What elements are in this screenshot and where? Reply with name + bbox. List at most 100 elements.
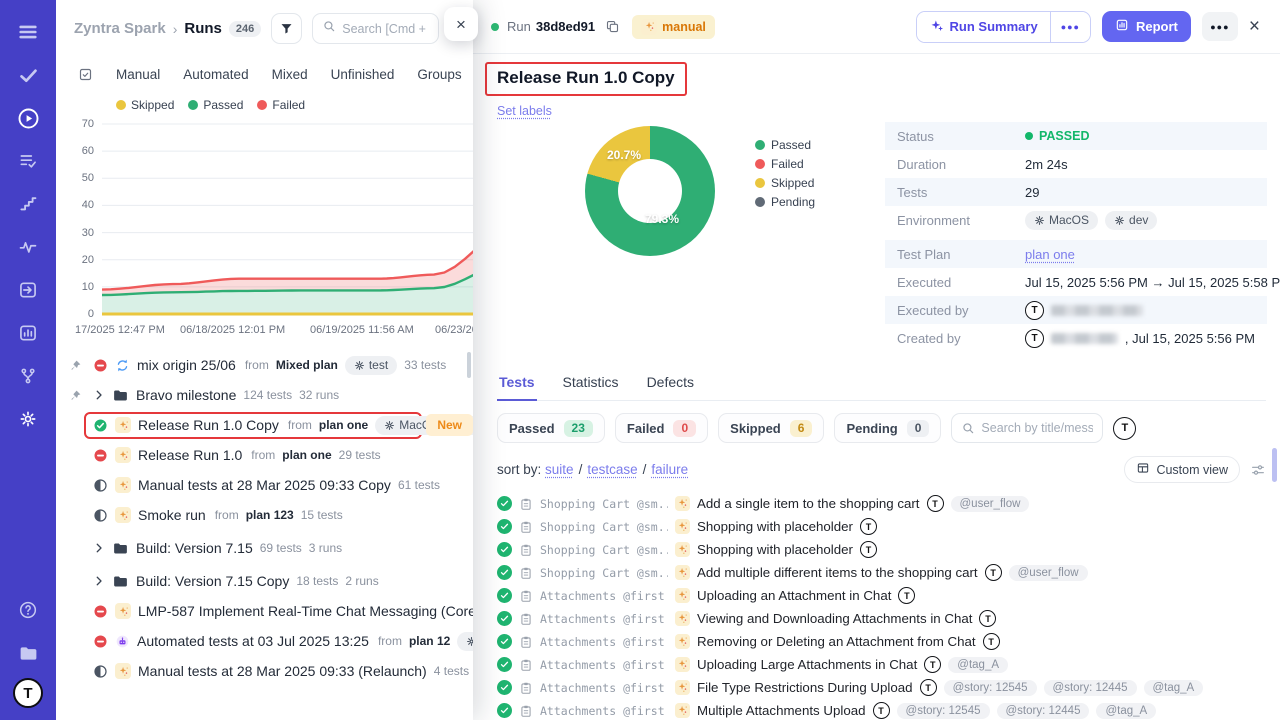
drawer-scrollbar[interactable]: [467, 352, 471, 378]
milestone-row[interactable]: Bravo milestone124 tests32 runs: [84, 383, 348, 408]
tab-automated[interactable]: Automated: [183, 67, 248, 82]
plan-link[interactable]: plan one: [319, 418, 368, 432]
pulse-icon[interactable]: [10, 229, 46, 265]
run-row-item[interactable]: Smoke runfromplan 12315 tests: [84, 503, 352, 527]
sort-link-testcase[interactable]: testcase: [587, 462, 637, 477]
test-row[interactable]: Attachments @firstFile Type Restrictions…: [497, 676, 1266, 699]
plan-link[interactable]: plan 123: [246, 508, 294, 522]
test-suite-name: Shopping Cart @sm...: [540, 520, 668, 534]
manual-test-icon: [675, 588, 690, 603]
status-passed-icon: [497, 588, 512, 603]
filter-passed[interactable]: Passed23: [497, 413, 605, 443]
test-suite-name: Shopping Cart @sm...: [540, 497, 668, 511]
filter-pending[interactable]: Pending0: [834, 413, 941, 443]
clipboard-icon: [519, 612, 533, 626]
report-button[interactable]: Report: [1102, 11, 1191, 42]
tab-tests[interactable]: Tests: [497, 368, 537, 401]
breadcrumb-project[interactable]: Zyntra Spark: [74, 20, 166, 37]
test-row[interactable]: Attachments @firstUploading an Attachmen…: [497, 584, 1266, 607]
more-actions-button[interactable]: ●●●: [1202, 12, 1238, 41]
plan-link[interactable]: plan one: [282, 448, 331, 462]
run-row-item[interactable]: Release Run 1.0fromplan one29 tests: [84, 443, 390, 467]
runs-search[interactable]: [312, 13, 439, 44]
folder-icon[interactable]: [10, 635, 46, 671]
sort-link-failure[interactable]: failure: [651, 462, 688, 477]
status-text: PASSED: [1039, 129, 1089, 143]
status-inprogress-icon: [93, 664, 108, 679]
filter-failed[interactable]: Failed0: [615, 413, 708, 443]
bar-chart-icon[interactable]: [10, 315, 46, 351]
chevron-right-icon[interactable]: [93, 389, 105, 401]
status-passed-icon: [497, 703, 512, 718]
tests-search-input[interactable]: [981, 421, 1093, 435]
test-row[interactable]: Shopping Cart @sm...Shopping with placeh…: [497, 515, 1266, 538]
chevron-right-icon[interactable]: [93, 542, 105, 554]
run-id: 38d8ed91: [536, 19, 595, 34]
test-row[interactable]: Attachments @firstViewing and Downloadin…: [497, 607, 1266, 630]
run-row-item[interactable]: Manual tests at 28 Mar 2025 09:33 (Relau…: [84, 659, 473, 683]
runs-search-input[interactable]: [342, 22, 429, 36]
branch-icon[interactable]: [10, 358, 46, 394]
run-summary-button[interactable]: Run Summary: [917, 12, 1050, 42]
tab-unfinished[interactable]: Unfinished: [331, 67, 395, 82]
tab-groups[interactable]: Groups: [417, 67, 461, 82]
test-row[interactable]: Attachments @firstMultiple Attachments U…: [497, 699, 1266, 720]
runs-view-icon[interactable]: [78, 67, 93, 82]
tab-defects[interactable]: Defects: [645, 368, 696, 400]
assignee-avatar[interactable]: T: [1113, 417, 1136, 440]
gear-icon[interactable]: [10, 401, 46, 437]
set-labels-link[interactable]: Set labels: [497, 104, 552, 118]
gear-icon: [354, 360, 365, 371]
sliders-icon[interactable]: [1250, 462, 1266, 478]
detail-scrollbar[interactable]: [1272, 448, 1277, 482]
test-plan-link[interactable]: plan one: [1025, 247, 1075, 262]
import-icon[interactable]: [10, 272, 46, 308]
run-row-item[interactable]: LMP-587 Implement Real-Time Chat Messagi…: [84, 599, 473, 623]
test-suite-name: Attachments @first: [540, 658, 668, 672]
tab-mixed[interactable]: Mixed: [272, 67, 308, 82]
status-passed-value: PASSED: [1025, 129, 1089, 143]
detail-value: T: [1025, 301, 1143, 320]
test-row[interactable]: Shopping Cart @sm...Shopping with placeh…: [497, 538, 1266, 561]
test-row[interactable]: Shopping Cart @sm...Add a single item to…: [497, 492, 1266, 515]
test-row[interactable]: Attachments @firstRemoving or Deleting a…: [497, 630, 1266, 653]
sidebar-avatar[interactable]: T: [13, 678, 43, 708]
help-icon[interactable]: [10, 592, 46, 628]
run-row-highlighted[interactable]: Release Run 1.0 Copyfromplan oneMacOSdev…: [84, 412, 422, 439]
run-row-item[interactable]: Automated tests at 03 Jul 2025 13:25from…: [84, 628, 473, 655]
test-row[interactable]: Attachments @firstUploading Large Attach…: [497, 653, 1266, 676]
detail-row-executed: ExecutedJul 15, 2025 5:56 PM → Jul 15, 2…: [885, 268, 1267, 296]
tests-search[interactable]: [951, 413, 1103, 443]
play-circle-icon[interactable]: [10, 100, 46, 136]
steps-icon[interactable]: [10, 186, 46, 222]
manual-test-icon: [675, 680, 690, 695]
runs-count: 3 runs: [309, 541, 342, 555]
copy-run-id-button[interactable]: [605, 19, 620, 34]
manual-test-icon: [675, 565, 690, 580]
milestone-row[interactable]: Build: Version 7.1569 tests3 runs: [84, 536, 351, 561]
x-axis-tick: 06/19/2025 11:56 AM: [310, 324, 414, 336]
list-check-icon[interactable]: [10, 143, 46, 179]
run-summary-more-button[interactable]: ●●●: [1050, 12, 1090, 42]
test-row[interactable]: Shopping Cart @sm...Add multiple differe…: [497, 561, 1266, 584]
filter-skipped[interactable]: Skipped6: [718, 413, 824, 443]
filter-button[interactable]: [271, 13, 302, 44]
milestone-row[interactable]: Build: Version 7.15 Copy18 tests2 runs: [84, 569, 388, 594]
check-icon[interactable]: [10, 57, 46, 93]
runs-count-badge: 246: [229, 21, 261, 37]
tab-manual[interactable]: Manual: [116, 67, 160, 82]
chevron-right-icon[interactable]: [93, 575, 105, 587]
tab-statistics[interactable]: Statistics: [561, 368, 621, 400]
sort-link-suite[interactable]: suite: [545, 462, 574, 477]
clipboard-icon: [519, 566, 533, 580]
drawer-close-button[interactable]: ×: [444, 7, 478, 41]
search-icon: [322, 19, 336, 38]
custom-view-button[interactable]: Custom view: [1124, 456, 1240, 483]
menu-icon[interactable]: [10, 14, 46, 50]
plan-link[interactable]: plan 12: [409, 634, 450, 648]
close-detail-button[interactable]: ×: [1249, 17, 1260, 36]
gear-icon: [1034, 215, 1045, 226]
plan-link[interactable]: Mixed plan: [276, 358, 338, 372]
run-row-item[interactable]: Manual tests at 28 Mar 2025 09:33 Copy61…: [84, 473, 449, 497]
run-row-item[interactable]: mix origin 25/06fromMixed plantest33 tes…: [84, 352, 455, 379]
